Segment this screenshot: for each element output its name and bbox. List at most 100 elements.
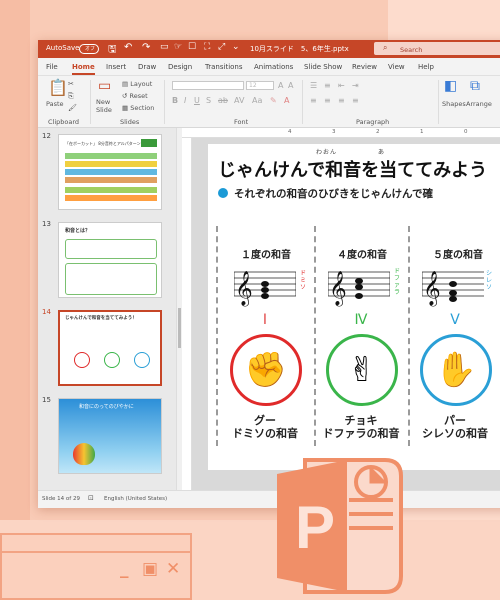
thumbnail-row (65, 153, 157, 159)
svg-text:𝄞: 𝄞 (235, 271, 253, 307)
tab-home[interactable]: Home (72, 63, 95, 75)
language-status[interactable]: English (United States) (104, 496, 167, 502)
align-center-icon[interactable]: ≡ (324, 96, 331, 105)
ribbon: 📋 Paste ✂ ⎘ 🖌 Clipboard ▭ New Slide ▤ La… (38, 76, 500, 128)
section-button[interactable]: ▦ Section (122, 104, 154, 112)
quick-access-icon[interactable]: ☐ (188, 42, 196, 52)
shapes-icon[interactable]: ◧ (444, 78, 457, 94)
slide-subtitle: それぞれの和音のひびきをじゃんけんで確 (234, 188, 433, 200)
bullets-icon[interactable]: ☰ (310, 81, 317, 90)
arrange-icon[interactable]: ⧉ (470, 78, 480, 94)
align-left-icon[interactable]: ≡ (310, 96, 317, 105)
svg-text:𝄞: 𝄞 (329, 271, 347, 307)
redo-icon[interactable]: ↷ (142, 42, 150, 53)
paste-label[interactable]: Paste (46, 100, 64, 108)
tab-design[interactable]: Design (168, 63, 192, 71)
thumbnail-slide-15[interactable]: 和音にのってのびやかに (58, 398, 162, 474)
reset-button[interactable]: ↺ Reset (122, 92, 148, 100)
vertical-ruler (182, 138, 192, 490)
tab-view[interactable]: View (388, 63, 405, 71)
slide[interactable]: わおん あ じゃんけんで和音を当ててみよう それぞれの和音のひびきをじゃんけんで… (208, 144, 500, 470)
shrink-font-icon[interactable]: A (288, 81, 293, 90)
customize-quick-access-icon[interactable]: ⌄ (232, 42, 240, 52)
tab-slide-show[interactable]: Slide Show (304, 63, 342, 71)
background-strip (0, 0, 30, 600)
tab-draw[interactable]: Draw (138, 63, 156, 71)
ribbon-divider (302, 80, 303, 124)
outdent-icon[interactable]: ⇥ (352, 81, 359, 90)
indent-icon[interactable]: ⇤ (338, 81, 345, 90)
thumbnail-slide-14[interactable]: じゃんけんで和音を当ててみよう！ (58, 310, 162, 386)
maximize-icon: ▣ (142, 559, 159, 579)
font-size-dropdown[interactable]: 12 (246, 81, 274, 90)
thumbnail-row (65, 195, 157, 201)
cut-icon[interactable]: ✂ (68, 80, 74, 88)
tab-transitions[interactable]: Transitions (205, 63, 243, 71)
fullscreen-icon[interactable]: ⤢ (218, 42, 225, 52)
bullet-icon (218, 188, 228, 198)
highlight-icon[interactable]: ✎ (270, 96, 277, 105)
thumbnail-balloon (73, 443, 95, 465)
layout-button[interactable]: ▤ Layout (122, 80, 152, 88)
ribbon-divider (164, 80, 165, 124)
fist-icon: ✊ (244, 350, 288, 390)
thumbnail-slide-12[interactable]: 「在ボーカット」 8分音符とアルパターン (58, 134, 162, 210)
paste-icon[interactable]: 📋 (48, 78, 68, 97)
thumbnail-circle-red (74, 352, 90, 368)
thumbnail-number: 12 (42, 132, 51, 140)
touch-mode-icon[interactable]: ☞ (174, 42, 182, 52)
autosave-toggle[interactable]: オフ (79, 44, 99, 54)
font-color-icon[interactable]: A (284, 96, 289, 105)
search-box[interactable]: ⌕ Search (374, 42, 500, 55)
tab-help[interactable]: Help (418, 63, 434, 71)
tab-file[interactable]: File (46, 63, 58, 71)
powerpoint-window: AutoSave オフ 🖫 ↶ ↷ ▭ ☞ ☐ ⛶ ⤢ ⌄ 10月スライド 5、… (38, 40, 500, 508)
italic-icon[interactable]: I (184, 96, 186, 105)
column-divider (216, 226, 218, 446)
caption-paper: パー シレソの和音 (410, 414, 500, 440)
thumbnail-row (65, 177, 157, 183)
spacing-icon[interactable]: AV (234, 96, 244, 105)
screenshot-icon[interactable]: ⛶ (204, 42, 210, 52)
start-slideshow-icon[interactable]: ▭ (160, 42, 169, 52)
thumbnail-image (141, 139, 157, 147)
spelling-icon[interactable]: ⊡ (88, 494, 94, 502)
minimize-icon: _ (120, 559, 129, 579)
note-names-v: シレソ (486, 270, 493, 291)
strikethrough-icon[interactable]: ab (218, 96, 228, 105)
tab-review[interactable]: Review (352, 63, 377, 71)
arrange-label[interactable]: Arrange (466, 100, 492, 108)
bold-icon[interactable]: B (172, 96, 178, 105)
new-slide-icon[interactable]: ▭ (98, 78, 111, 94)
tab-insert[interactable]: Insert (106, 63, 126, 71)
ruler-tick: 4 (288, 129, 292, 135)
numbering-icon[interactable]: ≡ (324, 81, 331, 90)
ruler-tick: 2 (376, 129, 380, 135)
font-name-dropdown[interactable] (172, 81, 244, 90)
slide-canvas: わおん あ じゃんけんで和音を当ててみよう それぞれの和音のひびきをじゃんけんで… (192, 138, 500, 490)
slide-title: じゃんけんで和音を当ててみよう (218, 160, 488, 181)
format-painter-icon[interactable]: 🖌 (68, 104, 77, 112)
note-names-i: ドミソ (300, 270, 307, 291)
save-icon[interactable]: 🖫 (108, 42, 117, 59)
undo-icon[interactable]: ↶ (124, 42, 132, 53)
caption-paper-chord: シレソの和音 (422, 427, 488, 440)
underline-icon[interactable]: U (194, 96, 200, 105)
align-right-icon[interactable]: ≡ (338, 96, 345, 105)
caption-scissors: チョキ ドファラの和音 (316, 414, 406, 440)
change-case-icon[interactable]: Aa (252, 96, 262, 105)
scrollbar-thumb[interactable] (178, 308, 181, 348)
slides-group-label: Slides (120, 118, 140, 126)
horizontal-ruler: 4 3 2 1 0 1 (182, 128, 500, 138)
thumbnail-slide-13[interactable]: 和音とは？ (58, 222, 162, 298)
copy-icon[interactable]: ⎘ (68, 92, 74, 101)
new-slide-label[interactable]: New Slide (96, 98, 112, 114)
thumbnail-circle-blue (134, 352, 150, 368)
tab-animations[interactable]: Animations (254, 63, 293, 71)
shapes-label[interactable]: Shapes (442, 100, 466, 108)
justify-icon[interactable]: ≡ (352, 96, 359, 105)
grow-font-icon[interactable]: A (278, 81, 283, 90)
shadow-icon[interactable]: S (206, 96, 211, 105)
staff-chord-v: 𝄞 (422, 271, 484, 307)
clipboard-group-label: Clipboard (48, 118, 80, 126)
